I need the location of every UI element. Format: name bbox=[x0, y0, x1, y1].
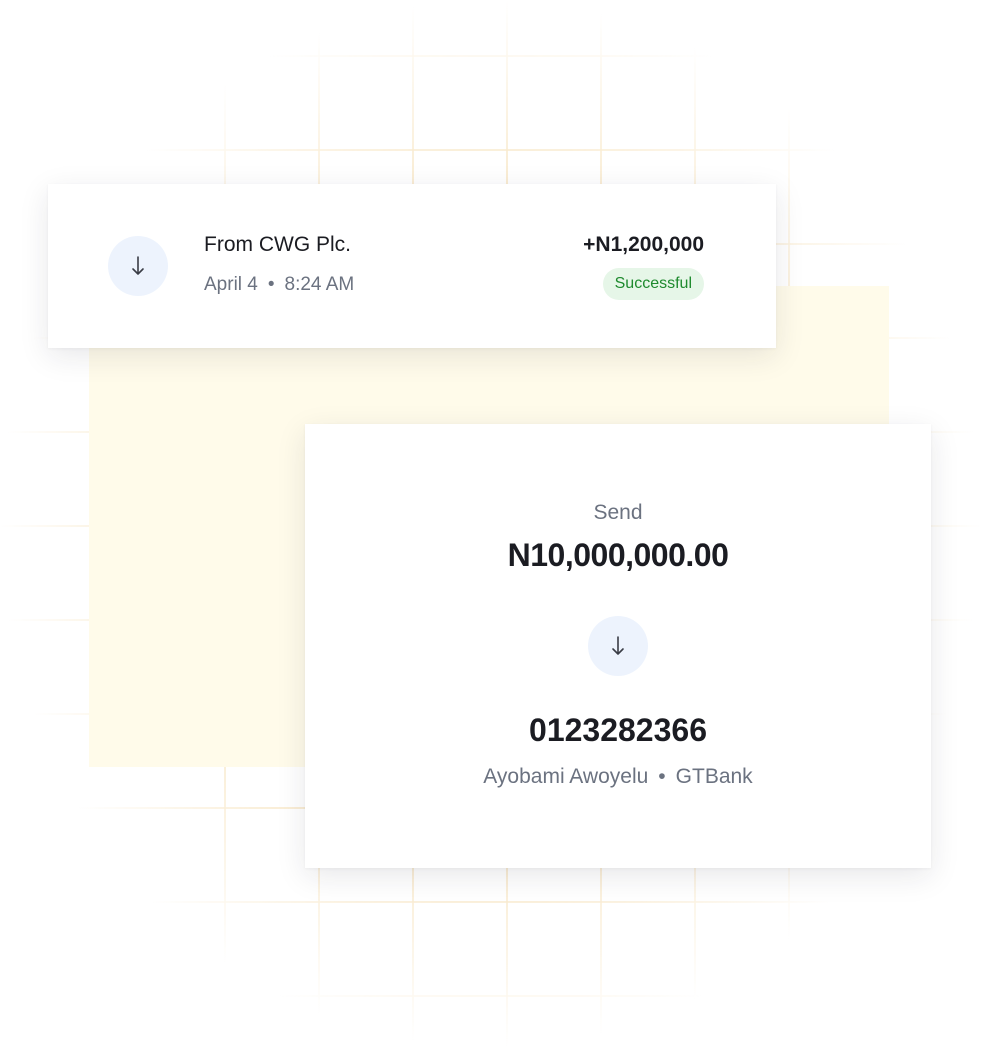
arrow-down-icon bbox=[612, 636, 624, 655]
send-card: Send N10,000,000.00 0123282366 Ayobami A… bbox=[305, 424, 931, 868]
status-badge: Successful bbox=[602, 268, 704, 300]
send-label: Send bbox=[593, 501, 643, 524]
send-direction-badge bbox=[588, 616, 648, 676]
transaction-card[interactable]: From CWG Plc. April 4 • 8:24 AM +N1,200,00… bbox=[48, 184, 776, 348]
recipient-name: Ayobami Awoyelu bbox=[483, 765, 649, 788]
transaction-title: From CWG Plc. bbox=[204, 233, 351, 256]
send-amount: N10,000,000.00 bbox=[507, 537, 729, 573]
recipient-bank: GTBank bbox=[675, 765, 753, 788]
transaction-time: 8:24 AM bbox=[284, 274, 355, 295]
transaction-datetime: April 4 • 8:24 AM bbox=[204, 274, 354, 296]
arrow-down-icon bbox=[132, 256, 144, 275]
separator-dot: • bbox=[658, 765, 666, 788]
separator-dot: • bbox=[267, 274, 275, 295]
transaction-amount: +N1,200,000 bbox=[583, 233, 704, 256]
transaction-direction-badge bbox=[108, 236, 168, 296]
recipient-account-number: 0123282366 bbox=[529, 712, 707, 748]
recipient-details: Ayobami Awoyelu • GTBank bbox=[305, 765, 931, 789]
transaction-date: April 4 bbox=[204, 274, 258, 295]
